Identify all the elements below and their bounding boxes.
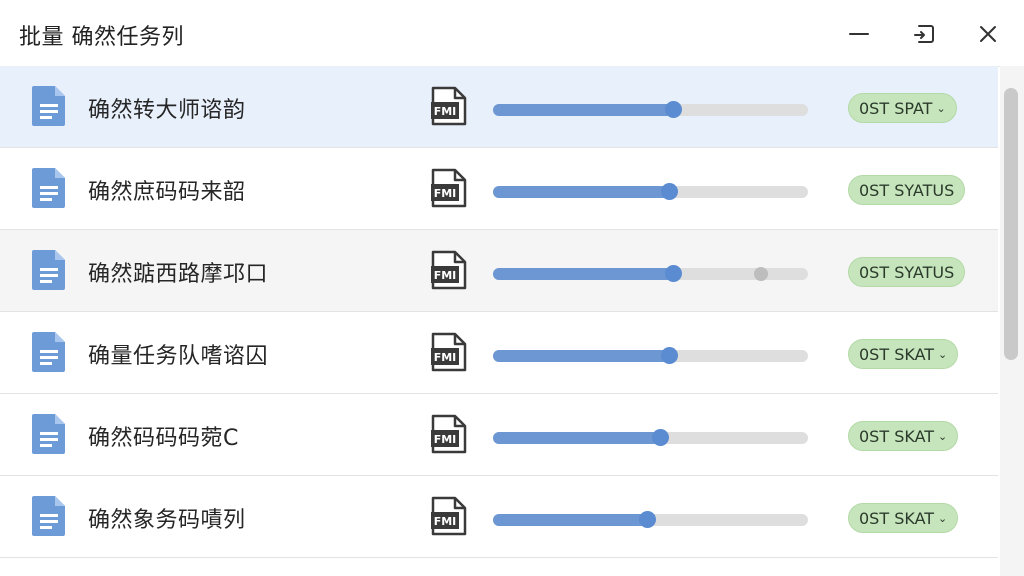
task-name: 确然庶码码来韶 [88,180,246,205]
progress-fill [493,350,669,362]
document-icon [32,332,65,372]
svg-text:FMI: FMI [434,515,457,528]
svg-text:FMI: FMI [434,269,457,282]
progress-slider[interactable] [493,429,808,446]
restore-button[interactable] [906,16,942,52]
status-badge-label: 0ST SKAT [859,426,935,446]
fmi-file-icon: FMI [431,250,467,290]
progress-slider[interactable] [493,101,808,118]
status-badge[interactable]: 0ST SKAT ⌄ [848,503,959,533]
status-badge[interactable]: 0ST SKAT ⌄ [848,339,959,369]
fmi-file-icon: FMI [431,414,467,454]
fmi-file-icon: FMI [431,168,467,208]
document-icon [32,250,65,290]
progress-fill [493,268,673,280]
status-badge-label: 0ST SPAT [859,98,933,118]
progress-slider[interactable] [493,265,808,282]
task-row[interactable]: 确然象务码嘖列 FMI 0ST SKAT ⌄ [0,476,998,558]
restore-icon [914,25,934,43]
slider-knob[interactable] [665,265,682,282]
document-icon [32,86,65,126]
task-row[interactable]: 确然庶码码来韶 FMI 0ST SYATUS [0,148,998,230]
close-button[interactable] [970,16,1006,52]
slider-knob[interactable] [639,511,656,528]
close-icon [980,26,996,42]
slider-knob[interactable] [652,429,669,446]
title-bar: 批量 确然任务列 [0,0,1024,67]
chevron-down-icon: ⌄ [936,101,946,115]
minimize-button[interactable] [841,16,877,52]
progress-slider[interactable] [493,347,808,364]
svg-text:FMI: FMI [434,433,457,446]
progress-slider[interactable] [493,511,808,528]
slider-knob[interactable] [665,101,682,118]
minimize-icon [849,33,869,35]
document-icon [32,496,65,536]
document-icon [32,414,65,454]
task-row[interactable]: 确然踮西路摩邛口 FMI 0ST SYATUS [0,230,998,312]
slider-hover-marker [754,267,768,281]
fmi-file-icon: FMI [431,332,467,372]
status-badge[interactable]: 0ST SYATUS [848,257,966,287]
task-row[interactable]: 确量任务队嗜谘囚 FMI 0ST SKAT ⌄ [0,312,998,394]
status-badge-label: 0ST SYATUS [859,262,955,282]
progress-fill [493,514,647,526]
progress-fill [493,432,660,444]
window-title: 批量 确然任务列 [19,25,184,50]
task-name: 确然象务码嘖列 [88,508,246,533]
task-name: 确然码码码菀C [88,426,239,451]
task-row[interactable]: 确然转大师谘韵 FMI 0ST SPAT ⌄ [0,66,998,148]
task-name: 确然转大师谘韵 [88,98,246,123]
task-row[interactable]: 确然码码码菀C FMI 0ST SKAT ⌄ [0,394,998,476]
status-badge[interactable]: 0ST SYATUS [848,175,966,205]
progress-fill [493,186,669,198]
chevron-down-icon: ⌄ [938,511,948,525]
status-badge[interactable]: 0ST SKAT ⌄ [848,421,959,451]
status-badge-label: 0ST SYATUS [859,180,955,200]
document-icon [32,168,65,208]
scrollbar-thumb[interactable] [1004,88,1018,360]
svg-text:FMI: FMI [434,105,457,118]
slider-knob[interactable] [661,183,678,200]
chevron-down-icon: ⌄ [938,347,948,361]
slider-knob[interactable] [661,347,678,364]
svg-text:FMI: FMI [434,187,457,200]
fmi-file-icon: FMI [431,496,467,536]
svg-text:FMI: FMI [434,351,457,364]
status-badge[interactable]: 0ST SPAT ⌄ [848,93,957,123]
status-badge-label: 0ST SKAT [859,344,935,364]
status-badge-label: 0ST SKAT [859,508,935,528]
task-list: 确然转大师谘韵 FMI 0ST SPAT ⌄ 确然庶码码来韶 FMI 0ST SYATUS 确… [0,66,998,576]
chevron-down-icon: ⌄ [938,429,948,443]
task-name: 确量任务队嗜谘囚 [88,344,269,369]
fmi-file-icon: FMI [431,86,467,126]
progress-fill [493,104,673,116]
task-name: 确然踮西路摩邛口 [88,262,269,287]
progress-slider[interactable] [493,183,808,200]
